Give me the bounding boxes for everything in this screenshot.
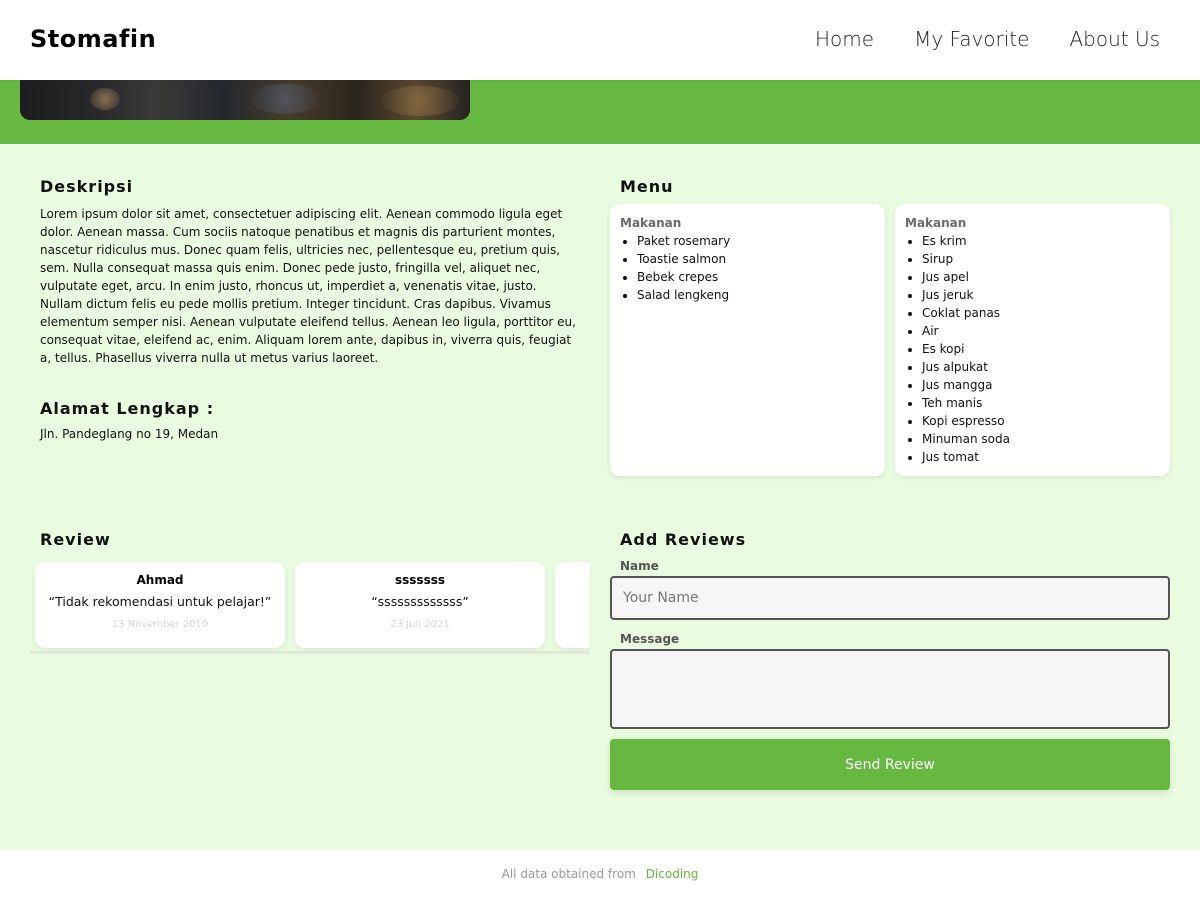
nav-home-link[interactable]: Home bbox=[815, 27, 874, 51]
nav-about-link[interactable]: About Us bbox=[1069, 27, 1160, 51]
list-item: Air bbox=[922, 322, 1160, 340]
list-item: Jus jeruk bbox=[922, 286, 1160, 304]
list-item: Jus alpukat bbox=[922, 358, 1160, 376]
list-item: Salad lengkeng bbox=[637, 286, 875, 304]
message-label: Message bbox=[620, 632, 680, 646]
review-card bbox=[555, 562, 590, 648]
review-card: sssssss “sssssssssssss” 23 Juli 2021 bbox=[295, 562, 545, 648]
message-textarea[interactable] bbox=[610, 649, 1170, 729]
list-item: Bebek crepes bbox=[637, 268, 875, 286]
review-text: “Tidak rekomendasi untuk pelajar!” bbox=[48, 594, 272, 609]
name-label: Name bbox=[620, 559, 659, 573]
navbar: Stomafin Home My Favorite About Us bbox=[0, 0, 1200, 80]
menu-drinks-category: Makanan bbox=[905, 216, 967, 230]
review-title: Review bbox=[40, 530, 111, 549]
list-item: Coklat panas bbox=[922, 304, 1160, 322]
list-item: Es krim bbox=[922, 232, 1160, 250]
list-item: Kopi espresso bbox=[922, 412, 1160, 430]
description-title: Deskripsi bbox=[40, 177, 134, 196]
brand-logo[interactable]: Stomafin bbox=[30, 25, 156, 53]
nav-favorite-link[interactable]: My Favorite bbox=[914, 27, 1029, 51]
menu-foods-category: Makanan bbox=[620, 216, 682, 230]
menu-foods-list: Paket rosemary Toastie salmon Bebek crep… bbox=[620, 232, 875, 304]
list-item: Minuman soda bbox=[922, 430, 1160, 448]
address-text: Jln. Pandeglang no 19, Medan bbox=[40, 427, 219, 441]
review-date: 13 November 2019 bbox=[111, 619, 209, 630]
list-item: Jus tomat bbox=[922, 448, 1160, 466]
nav-links: Home My Favorite About Us bbox=[815, 27, 1160, 51]
review-date: 23 Juli 2021 bbox=[390, 619, 450, 630]
footer: All data obtained from Dicoding bbox=[0, 850, 1200, 900]
add-review-title: Add Reviews bbox=[620, 530, 747, 549]
footer-text: All data obtained from bbox=[501, 867, 636, 881]
send-review-button[interactable]: Send Review bbox=[610, 739, 1170, 790]
list-item: Jus apel bbox=[922, 268, 1160, 286]
address-title: Alamat Lengkap : bbox=[40, 399, 215, 418]
reviews-scrollbar[interactable] bbox=[30, 651, 590, 654]
review-card: Ahmad “Tidak rekomendasi untuk pelajar!”… bbox=[35, 562, 285, 648]
reviews-carousel[interactable]: Ahmad “Tidak rekomendasi untuk pelajar!”… bbox=[30, 558, 590, 654]
menu-drinks-card: Makanan Es krim Sirup Jus apel Jus jeruk… bbox=[895, 204, 1170, 476]
list-item: Toastie salmon bbox=[637, 250, 875, 268]
list-item: Teh manis bbox=[922, 394, 1160, 412]
list-item: Sirup bbox=[922, 250, 1160, 268]
restaurant-image bbox=[20, 80, 470, 120]
list-item: Paket rosemary bbox=[637, 232, 875, 250]
description-text: Lorem ipsum dolor sit amet, consectetuer… bbox=[40, 207, 576, 365]
review-author: Ahmad bbox=[136, 573, 184, 587]
list-item: Jus mangga bbox=[922, 376, 1160, 394]
review-text: “sssssssssssss” bbox=[371, 594, 469, 609]
hero-banner bbox=[0, 80, 1200, 144]
review-author: sssssss bbox=[395, 573, 445, 587]
list-item: Es kopi bbox=[922, 340, 1160, 358]
name-input[interactable] bbox=[610, 576, 1170, 620]
menu-drinks-list: Es krim Sirup Jus apel Jus jeruk Coklat … bbox=[905, 232, 1160, 466]
menu-foods-card: Makanan Paket rosemary Toastie salmon Be… bbox=[610, 204, 885, 476]
menu-title: Menu bbox=[620, 177, 674, 196]
footer-dicoding-link[interactable]: Dicoding bbox=[646, 867, 699, 881]
